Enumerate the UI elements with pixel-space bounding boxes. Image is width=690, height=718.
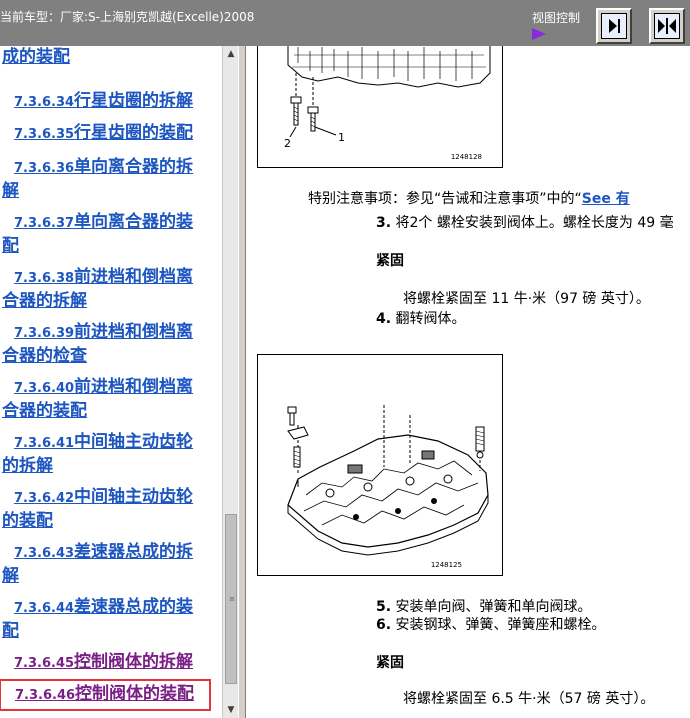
view-control-label: 视图控制 [532,11,581,25]
view-control-arrow-icon[interactable] [532,28,546,40]
toc-item[interactable]: 7.3.6.42中间轴主动齿轮 的装配 [0,486,222,532]
step-6: 6. 安装钢球、弹簧、弹簧座和螺栓。 [376,617,606,633]
tighten-heading-1: 紧固 [376,253,404,269]
toc-item-selected[interactable]: 7.3.6.46控制阀体的装配 [0,679,211,711]
toc-item[interactable]: 7.3.6.44差速器总成的装 配 [0,596,222,642]
toc-item[interactable]: 7.3.6.39前进档和倒档离 合器的检查 [0,321,222,367]
toc-item-visited[interactable]: 7.3.6.45控制阀体的拆解 [0,651,222,675]
expand-pane-button[interactable] [596,8,632,44]
split-arrows-icon [654,13,680,39]
toc-item[interactable]: 7.3.6.34行星齿圈的拆解 [0,90,222,114]
toc-item[interactable]: 7.3.6.37单向离合器的装 配 [0,211,222,257]
valve-body-diagram-icon [287,405,489,556]
toc-item[interactable]: 7.3.6.43差速器总成的拆 解 [0,541,222,587]
step-4: 4. 翻转阀体。 [376,311,466,327]
callout-2: 2 [284,137,291,150]
arrow-right-bar-icon [601,13,627,39]
toc-scrollbar[interactable]: ▲ ≡ ▼ [222,46,238,718]
callout-1: 1 [338,131,345,144]
figure-id: 1248128 [450,153,482,161]
bolt-diagram-icon: 2 1 [284,46,491,150]
see-link[interactable]: See 有 [582,191,630,207]
step-5: 5. 安装单向阀、弹簧和单向阀球。 [376,599,592,615]
scroll-thumb[interactable]: ≡ [225,514,237,684]
toc-item[interactable]: 7.3.6.40前进档和倒档离 合器的装配 [0,376,222,422]
title-bar: 当前车型：厂家:S-上海别克凯越(Excelle)2008 视图控制 [0,0,690,46]
pane-splitter[interactable] [238,46,246,718]
scroll-grip-icon: ≡ [229,595,235,603]
toc-item[interactable]: 7.3.6.35行星齿圈的装配 [0,122,222,146]
special-notice: 特别注意事项：参见“告诫和注意事项”中的“See 有 [308,191,630,207]
document-content: 2 1 1248128 特别注意事项：参见“告诫和注意事项”中的“See 有 3… [246,46,690,718]
toc-item[interactable]: 7.3.6.41中间轴主动齿轮 的拆解 [0,431,222,477]
figure-id: 1248125 [430,561,462,569]
step-3: 3. 将2个 螺栓安装到阀体上。螺栓长度为 49 毫 [376,215,674,231]
valve-body-bolt-illustration: 2 1 1248128 [257,46,503,168]
toc-item[interactable]: 7.3.6.38前进档和倒档离 合器的拆解 [0,266,222,312]
tighten-instruction-2: 将螺栓紧固至 6.5 牛·米（57 磅 英寸）。 [403,691,655,707]
vehicle-model-label: 当前车型：厂家:S-上海别克凯越(Excelle)2008 [0,10,255,24]
scroll-up-arrow-icon[interactable]: ▲ [224,47,238,61]
tighten-heading-2: 紧固 [376,655,404,671]
toc-item[interactable]: 7.3.6.36单向离合器的拆 解 [0,156,222,202]
valve-body-assembly-illustration: 1248125 [257,354,503,576]
scroll-down-arrow-icon[interactable]: ▼ [224,703,238,717]
toc-pane: 成的装配 7.3.6.34行星齿圈的拆解 7.3.6.35行星齿圈的装配 7.3… [0,46,222,718]
tighten-instruction-1: 将螺栓紧固至 11 牛·米（97 磅 英寸）。 [403,291,650,307]
toc-item-partial[interactable]: 成的装配 [0,46,222,68]
split-view-button[interactable] [649,8,685,44]
